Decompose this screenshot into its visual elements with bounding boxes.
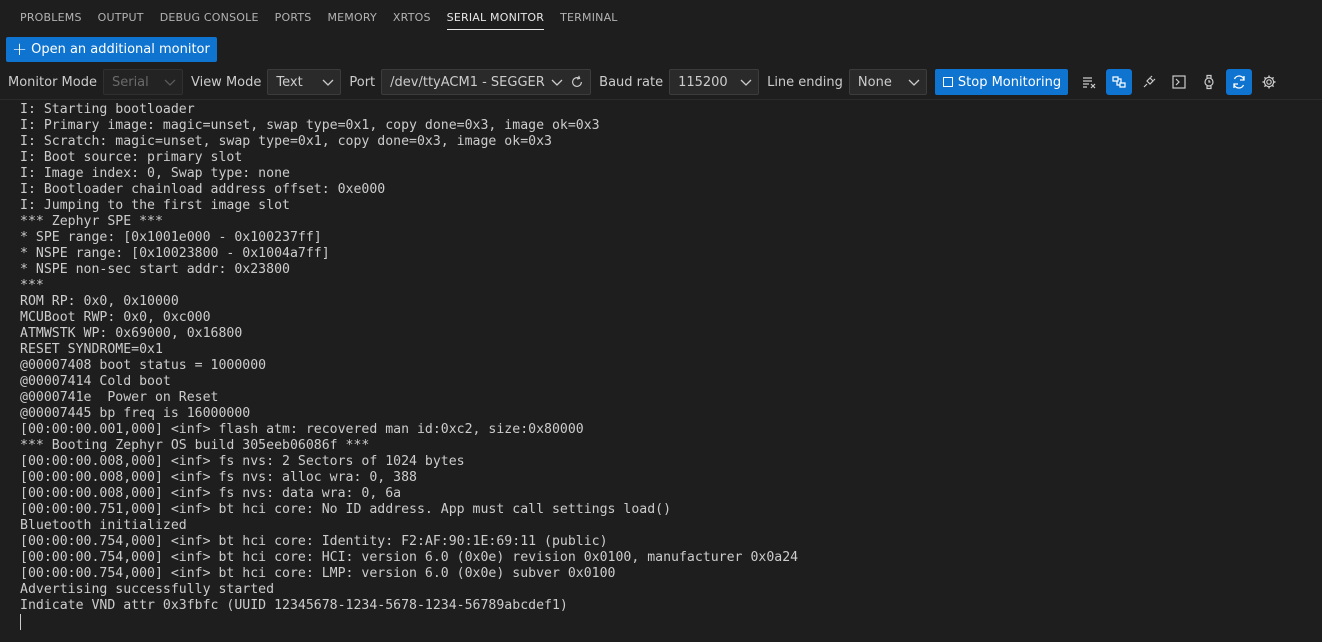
view-mode-label: View Mode <box>190 74 262 90</box>
output-line: @00007408 boot status = 1000000 <box>20 358 267 373</box>
monitor-mode-value: Serial <box>111 74 149 90</box>
watch-button[interactable] <box>1196 69 1222 95</box>
output-line: * SPE range: [0x1001e000 - 0x100237ff] <box>20 230 322 245</box>
output-line: ATMWSTK WP: 0x69000, 0x16800 <box>20 326 243 341</box>
chevron-down-icon <box>551 79 563 86</box>
output-line: I: Starting bootloader <box>20 102 195 117</box>
tab-memory[interactable]: MEMORY <box>319 0 384 35</box>
output-line: @00007414 Cold boot <box>20 374 171 389</box>
output-line: Bluetooth initialized <box>20 518 187 533</box>
clear-output-icon <box>1083 77 1096 89</box>
output-line: Indicate VND attr 0x3fbfc (UUID 12345678… <box>20 598 568 613</box>
output-line: I: Scratch: magic=unset, swap type=0x1, … <box>20 134 552 149</box>
tab-ports[interactable]: PORTS <box>267 0 320 35</box>
output-line: MCUBoot RWP: 0x0, 0xc000 <box>20 310 211 325</box>
terminal-icon <box>1172 75 1186 89</box>
toggle-timestamp-button[interactable] <box>1106 69 1133 95</box>
autoscroll-button[interactable] <box>1226 69 1253 95</box>
output-line: [00:00:00.008,000] <inf> fs nvs: alloc w… <box>20 470 417 485</box>
output-line: *** Zephyr SPE *** <box>20 214 163 229</box>
stop-monitoring-label: Stop Monitoring <box>957 74 1062 90</box>
refresh-icon[interactable] <box>570 75 584 89</box>
output-line: I: Boot source: primary slot <box>20 150 243 165</box>
baud-rate-label: Baud rate <box>599 74 664 90</box>
chevron-down-icon <box>322 79 334 86</box>
output-line: @00007445 bp freq is 16000000 <box>20 406 251 421</box>
tab-serial-monitor[interactable]: SERIAL MONITOR <box>439 0 552 35</box>
output-line: * NSPE non-sec start addr: 0x23800 <box>20 262 290 277</box>
output-line: [00:00:00.001,000] <inf> flash atm: reco… <box>20 422 584 437</box>
tab-terminal[interactable]: TERMINAL <box>552 0 626 35</box>
port-value: /dev/ttyACM1 - SEGGER <box>390 74 545 90</box>
toggle-timestamp-icon <box>1112 76 1126 88</box>
port-label: Port <box>349 74 376 90</box>
text-cursor <box>20 614 21 630</box>
open-monitor-label: Open an additional monitor <box>31 42 210 57</box>
output-line: I: Bootloader chainload address offset: … <box>20 182 386 197</box>
line-ending-label: Line ending <box>767 74 843 90</box>
stop-monitoring-button[interactable]: Stop Monitoring <box>934 69 1069 95</box>
output-line: I: Jumping to the first image slot <box>20 198 290 213</box>
tab-problems[interactable]: PROBLEMS <box>12 0 90 35</box>
watch-icon <box>1204 74 1214 90</box>
chevron-down-icon <box>164 79 176 86</box>
port-select[interactable]: /dev/ttyACM1 - SEGGER <box>381 69 592 95</box>
connect-button[interactable] <box>1136 69 1162 95</box>
serial-output[interactable]: I: Starting bootloader I: Primary image: … <box>20 102 1322 642</box>
baud-rate-select[interactable]: 115200 <box>669 69 760 95</box>
output-line: [00:00:00.754,000] <inf> bt hci core: HC… <box>20 550 799 565</box>
line-ending-value: None <box>857 74 892 90</box>
plug-icon <box>1143 75 1156 88</box>
view-mode-select[interactable]: Text <box>267 69 342 95</box>
gear-icon <box>1262 75 1276 89</box>
monitor-mode-select[interactable]: Serial <box>102 69 183 95</box>
output-line: [00:00:00.754,000] <inf> bt hci core: LM… <box>20 566 616 581</box>
monitor-toolbar: Monitor Mode Serial View Mode Text Port … <box>0 68 1322 96</box>
monitor-mode-label: Monitor Mode <box>8 74 97 90</box>
output-line: Advertising successfully started <box>20 582 275 597</box>
panel-tab-bar: PROBLEMS OUTPUT DEBUG CONSOLE PORTS MEMO… <box>0 0 1322 35</box>
output-line: RESET SYNDROME=0x1 <box>20 342 163 357</box>
line-ending-select[interactable]: None <box>848 69 927 95</box>
tab-debug-console[interactable]: DEBUG CONSOLE <box>152 0 267 35</box>
settings-button[interactable] <box>1256 69 1282 95</box>
output-line: *** <box>20 278 44 293</box>
clear-output-button[interactable] <box>1076 69 1102 95</box>
chevron-down-icon <box>908 79 920 86</box>
stop-icon <box>942 77 953 87</box>
autoscroll-icon <box>1233 75 1245 89</box>
output-line: [00:00:00.008,000] <inf> fs nvs: data wr… <box>20 486 402 501</box>
open-additional-monitor-button[interactable]: + Open an additional monitor <box>6 37 217 62</box>
open-terminal-button[interactable] <box>1166 69 1192 95</box>
output-line: [00:00:00.008,000] <inf> fs nvs: 2 Secto… <box>20 454 465 469</box>
chevron-down-icon <box>740 79 752 86</box>
tab-output[interactable]: OUTPUT <box>90 0 152 35</box>
output-line: ROM RP: 0x0, 0x10000 <box>20 294 179 309</box>
view-mode-value: Text <box>276 74 303 90</box>
output-line: I: Image index: 0, Swap type: none <box>20 166 290 181</box>
output-line: [00:00:00.754,000] <inf> bt hci core: Id… <box>20 534 608 549</box>
output-line: @0000741e Power on Reset <box>20 390 219 405</box>
output-line: *** Booting Zephyr OS build 305eeb06086f… <box>20 438 370 453</box>
toolbar-separator <box>0 99 1322 100</box>
output-line: * NSPE range: [0x10023800 - 0x1004a7ff] <box>20 246 330 261</box>
plus-icon: + <box>12 38 28 60</box>
baud-rate-value: 115200 <box>678 74 728 90</box>
tab-xrtos[interactable]: XRTOS <box>385 0 439 35</box>
output-line: I: Primary image: magic=unset, swap type… <box>20 118 600 133</box>
output-line: [00:00:00.751,000] <inf> bt hci core: No… <box>20 502 672 517</box>
